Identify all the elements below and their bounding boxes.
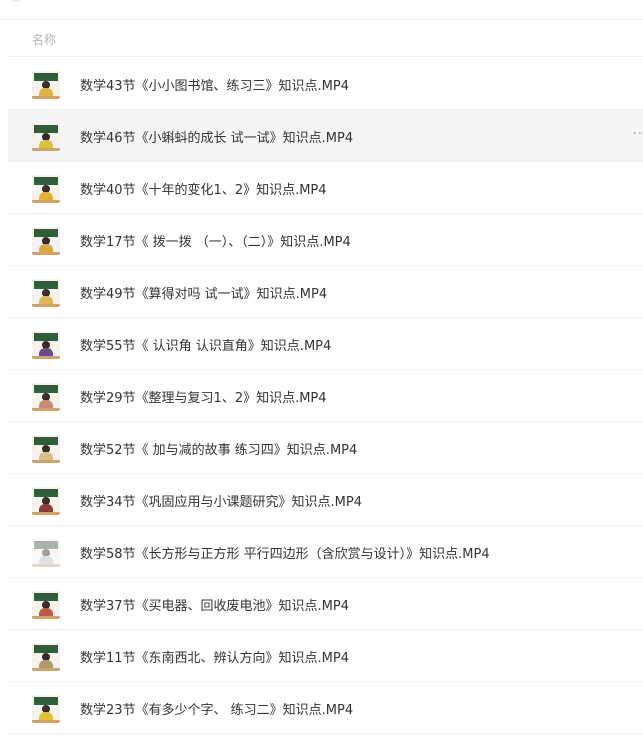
video-thumbnail [32, 435, 60, 463]
file-name[interactable]: 数学49节《算得对吗 试一试》知识点.MP4 [80, 283, 327, 302]
file-row[interactable]: 数学23节《有多少个字、 练习二》知识点.MP4 [8, 682, 643, 734]
file-name[interactable]: 数学58节《长方形与正方形 平行四边形（含欣赏与设计）》知识点.MP4 [80, 543, 490, 562]
file-name[interactable]: 数学46节《小蝌蚪的成长 试一试》知识点.MP4 [80, 127, 353, 146]
video-thumbnail [32, 71, 60, 99]
file-name[interactable]: 数学52节《 加与减的故事 练习四》知识点.MP4 [80, 439, 357, 458]
file-row[interactable]: 数学37节《买电器、回收废电池》知识点.MP4 [8, 578, 643, 630]
video-thumbnail [32, 175, 60, 203]
name-column-header[interactable]: 名称 [32, 31, 56, 48]
video-thumbnail [32, 695, 60, 723]
video-thumbnail [32, 123, 60, 151]
video-thumbnail [32, 591, 60, 619]
video-thumbnail [32, 643, 60, 671]
file-list: 数学43节《小小图书馆、练习三》知识点.MP4 数学46节《小蝌蚪的成长 试一试》… [8, 58, 643, 734]
video-thumbnail [32, 539, 60, 567]
file-browser: 名称 数学43节《小小图书馆、练习三》知识点.MP4 数学46节《小蝌蚪的成长 试… [0, 0, 643, 752]
file-row[interactable]: 数学40节《十年的变化1、2》知识点.MP4 [8, 162, 643, 214]
file-name[interactable]: 数学11节《东南西北、辨认方向》知识点.MP4 [80, 647, 349, 666]
file-row[interactable]: 数学43节《小小图书馆、练习三》知识点.MP4 [8, 58, 643, 110]
file-row[interactable]: 数学17节《 拨一拨 （一）、（二）》知识点.MP4 [8, 214, 643, 266]
video-thumbnail [32, 227, 60, 255]
file-row[interactable]: 数学29节《整理与复习1、2》知识点.MP4 [8, 370, 643, 422]
file-name[interactable]: 数学29节《整理与复习1、2》知识点.MP4 [80, 387, 327, 406]
video-thumbnail [32, 487, 60, 515]
file-row[interactable]: 数学52节《 加与减的故事 练习四》知识点.MP4 [8, 422, 643, 474]
video-thumbnail [32, 331, 60, 359]
file-row[interactable]: 数学55节《 认识角 认识直角》知识点.MP4 [8, 318, 643, 370]
file-name[interactable]: 数学40节《十年的变化1、2》知识点.MP4 [80, 179, 327, 198]
file-name[interactable]: 数学37节《买电器、回收废电池》知识点.MP4 [80, 595, 349, 614]
file-row[interactable]: 数学58节《长方形与正方形 平行四边形（含欣赏与设计）》知识点.MP4 [8, 526, 643, 578]
top-divider [0, 0, 643, 20]
file-name[interactable]: 数学34节《巩固应用与小课题研究》知识点.MP4 [80, 491, 362, 510]
video-thumbnail [32, 383, 60, 411]
file-row[interactable]: 数学46节《小蝌蚪的成长 试一试》知识点.MP4 ·· [8, 110, 643, 162]
video-thumbnail [32, 279, 60, 307]
file-name[interactable]: 数学43节《小小图书馆、练习三》知识点.MP4 [80, 75, 349, 94]
more-options-icon[interactable]: ·· [633, 127, 643, 142]
file-name[interactable]: 数学23节《有多少个字、 练习二》知识点.MP4 [80, 699, 353, 718]
list-header: 名称 [8, 19, 643, 57]
file-row[interactable]: 数学34节《巩固应用与小课题研究》知识点.MP4 [8, 474, 643, 526]
toolbar-icon[interactable] [10, 0, 22, 2]
file-row[interactable]: 数学11节《东南西北、辨认方向》知识点.MP4 [8, 630, 643, 682]
file-name[interactable]: 数学17节《 拨一拨 （一）、（二）》知识点.MP4 [80, 231, 351, 250]
file-name[interactable]: 数学55节《 认识角 认识直角》知识点.MP4 [80, 335, 331, 354]
file-row[interactable]: 数学49节《算得对吗 试一试》知识点.MP4 [8, 266, 643, 318]
